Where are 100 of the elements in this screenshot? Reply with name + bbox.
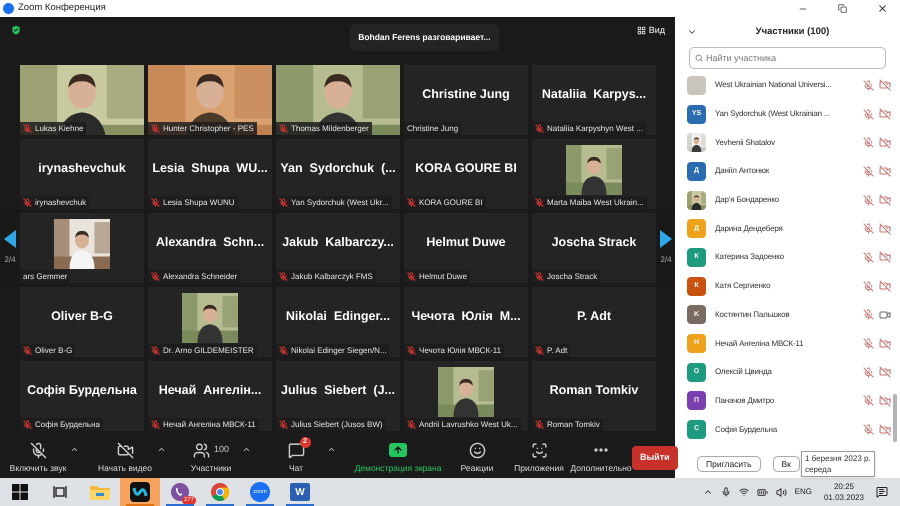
video-icon[interactable] bbox=[879, 308, 891, 321]
video-tile[interactable]: Lesia Shupa WU... Lesia Shupa WUNU bbox=[148, 139, 272, 209]
muted-mic-icon bbox=[407, 346, 416, 355]
participant-display-name: Yan Sydorchuk (... bbox=[280, 162, 396, 174]
toolbar-button[interactable]: Приложения bbox=[508, 441, 570, 475]
muted-mic-icon[interactable] bbox=[863, 194, 874, 206]
participant-display-name: Alexandra Schn... bbox=[156, 236, 264, 248]
video-tile[interactable]: Hunter Christopher - PES bbox=[148, 65, 272, 135]
muted-mic-icon[interactable] bbox=[863, 366, 874, 378]
app-logo-icon bbox=[3, 3, 14, 14]
video-off-icon[interactable] bbox=[879, 194, 891, 206]
right-arrow-icon bbox=[660, 230, 672, 248]
browser-icon[interactable] bbox=[210, 482, 230, 502]
video-tile[interactable]: Alexandra Schn... Alexandra Schneider bbox=[148, 213, 272, 283]
muted-mic-icon[interactable] bbox=[863, 137, 874, 148]
video-off-icon[interactable] bbox=[879, 165, 891, 178]
video-tile[interactable]: Nikolai Edinger... Nikolai Edinger Siegen/N... bbox=[276, 287, 400, 357]
video-tile[interactable]: P. Adt P. Adt bbox=[532, 287, 656, 357]
video-off-icon[interactable] bbox=[879, 280, 891, 292]
panel-button[interactable]: Вк bbox=[772, 456, 800, 472]
video-tile[interactable]: irynashevchuk irynashevchuk bbox=[20, 139, 144, 209]
participant-name: Lesia Shupa WUNU bbox=[163, 198, 235, 206]
muted-mic-icon[interactable] bbox=[863, 395, 874, 406]
tooltip-text: 1 березня 2023 р. bbox=[805, 453, 871, 464]
video-tile[interactable]: Marta Maiba West Ukrain... bbox=[532, 139, 656, 209]
participant-name: Дар’я Бондаренко bbox=[715, 194, 780, 206]
video-off-icon[interactable] bbox=[879, 108, 891, 120]
video-tile[interactable]: Lukas Kiehne bbox=[20, 65, 144, 135]
battery-icon[interactable] bbox=[756, 486, 768, 498]
video-tile[interactable]: Софія Бурдельна Софія Бурдельна bbox=[20, 361, 144, 431]
clock[interactable]: 20:25 01.03.2023 bbox=[820, 481, 868, 503]
wifi-icon[interactable] bbox=[738, 487, 749, 497]
toolbar-button[interactable]: Реакции bbox=[446, 441, 508, 475]
muted-mic-icon[interactable] bbox=[863, 338, 874, 350]
task-view-icon[interactable] bbox=[53, 485, 67, 499]
participant-row[interactable]: Yevhenii Shatalov bbox=[687, 128, 891, 158]
restore-icon[interactable] bbox=[838, 4, 847, 13]
video-tile[interactable]: Joscha Strack Joscha Strack bbox=[532, 213, 656, 283]
video-tile[interactable]: Jakub Kalbarczy... Jakub Kalbarczyk FMS bbox=[276, 213, 400, 283]
video-tile[interactable]: Andrii Lavrushko West Uk... bbox=[404, 361, 528, 431]
participant-name: Roman Tomkiv bbox=[547, 420, 600, 428]
video-off-icon[interactable] bbox=[879, 79, 891, 92]
muted-mic-icon[interactable] bbox=[863, 252, 874, 263]
scrollbar-thumb[interactable] bbox=[893, 394, 897, 442]
muted-mic-icon bbox=[151, 124, 160, 133]
video-tile[interactable]: Julius Siebert (J... Julius Siebert (Jusos BW) bbox=[276, 361, 400, 431]
video-off-icon[interactable] bbox=[879, 222, 891, 235]
participant-display-name: Nataliia Karpys... bbox=[542, 88, 646, 100]
video-off-icon[interactable] bbox=[879, 424, 891, 436]
notification-icon[interactable] bbox=[876, 486, 888, 498]
language-indicator[interactable]: ENG bbox=[794, 486, 812, 498]
app-icon[interactable] bbox=[130, 482, 150, 502]
video-off-icon[interactable] bbox=[879, 136, 891, 149]
video-tile[interactable]: Чечота Юлія М... Чечота Юлія МВСК-11 bbox=[404, 287, 528, 357]
toolbar-button[interactable]: Включить звук bbox=[6, 441, 70, 475]
video-tile[interactable]: KORA GOURE BI KORA GOURE BI bbox=[404, 139, 528, 209]
video-tile[interactable]: Helmut Duwe Helmut Duwe bbox=[404, 213, 528, 283]
participant-name: Thomas Mildenberger bbox=[291, 124, 369, 132]
volume-icon[interactable] bbox=[776, 486, 787, 498]
video-tile[interactable]: Thomas Mildenberger bbox=[276, 65, 400, 135]
muted-mic-icon bbox=[535, 124, 544, 133]
folder-icon[interactable] bbox=[90, 484, 110, 500]
participant-row[interactable]: Дар’я Бондаренко bbox=[687, 186, 891, 214]
muted-mic-icon[interactable] bbox=[863, 280, 874, 292]
video-tile[interactable]: Yan Sydorchuk (... Yan Sydorchuk (West Ukr... bbox=[276, 139, 400, 209]
video-tile[interactable]: Roman Tomkiv Roman Tomkiv bbox=[532, 361, 656, 431]
participant-name: Даніїл Антонюк bbox=[715, 165, 770, 178]
windows-logo-icon[interactable] bbox=[12, 484, 28, 500]
video-tile[interactable]: Нечай Ангелін... Нечай Ангеліна МВСК-11 bbox=[148, 361, 272, 431]
video-tile[interactable]: Oliver B-G Oliver B-G bbox=[20, 287, 144, 357]
mic-icon[interactable] bbox=[720, 487, 731, 497]
video-tile[interactable]: Dr. Arno GILDEMEISTER bbox=[148, 287, 272, 357]
leave-button[interactable]: Выйти bbox=[632, 446, 678, 470]
video-off-icon[interactable] bbox=[879, 251, 891, 264]
toolbar-button[interactable]: 100 Участники bbox=[180, 441, 242, 475]
toolbar-button[interactable]: Дополнительно bbox=[570, 441, 632, 475]
search-field[interactable]: Найти участника bbox=[689, 47, 886, 69]
video-off-icon[interactable] bbox=[879, 366, 891, 378]
muted-mic-icon bbox=[535, 272, 544, 281]
close-icon[interactable] bbox=[877, 3, 888, 14]
shield-icon[interactable] bbox=[10, 24, 22, 36]
view-button[interactable]: Вид bbox=[636, 24, 665, 38]
muted-mic-icon[interactable] bbox=[863, 424, 874, 436]
participant-name: Lukas Kiehne bbox=[35, 124, 84, 132]
video-off-icon[interactable] bbox=[879, 338, 891, 350]
muted-mic-icon[interactable] bbox=[863, 223, 874, 234]
participant-display-name: Oliver B-G bbox=[51, 310, 113, 322]
muted-mic-icon[interactable] bbox=[863, 80, 874, 91]
muted-mic-icon[interactable] bbox=[863, 166, 874, 177]
video-tile[interactable]: Nataliia Karpys... Nataliia Karpyshyn West ... bbox=[532, 65, 656, 135]
toolbar-button[interactable]: Демонстрация экрана bbox=[350, 441, 446, 475]
video-tile[interactable]: ars Gemmer bbox=[20, 213, 144, 283]
muted-mic-icon[interactable] bbox=[863, 309, 874, 320]
participant-row[interactable]: West Ukrainian National Universi... bbox=[687, 71, 891, 100]
panel-button[interactable]: Пригласить bbox=[697, 456, 761, 472]
video-off-icon[interactable] bbox=[879, 394, 891, 407]
toolbar-button[interactable]: Начать видео bbox=[93, 441, 157, 475]
app-icon[interactable]: W bbox=[290, 483, 310, 501]
muted-mic-icon[interactable] bbox=[863, 108, 874, 120]
video-tile[interactable]: Christine Jung Christine Jung bbox=[404, 65, 528, 135]
